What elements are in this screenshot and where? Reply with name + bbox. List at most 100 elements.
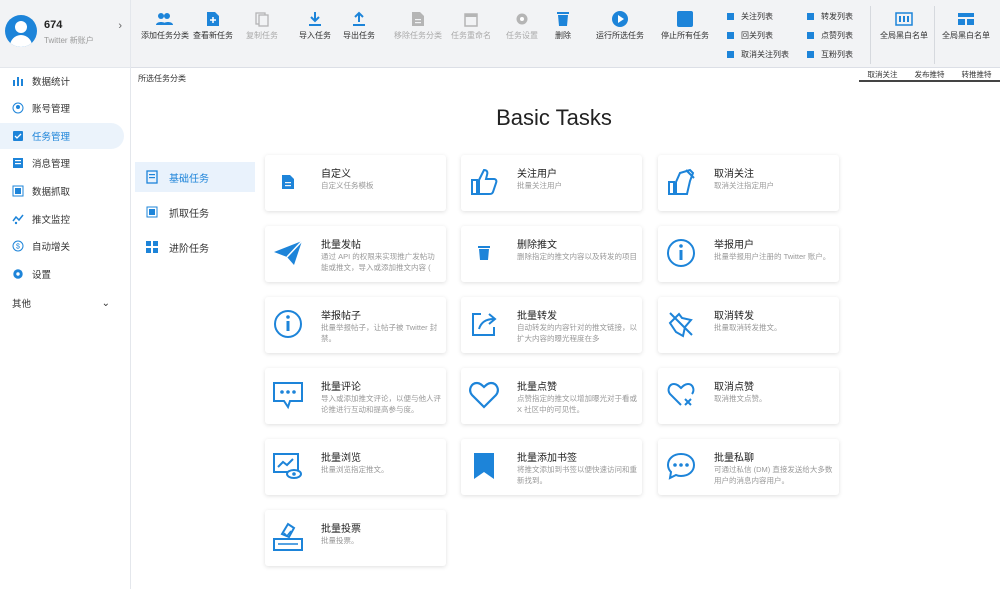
global-blacklist-button-1[interactable]: 全局黑白名单	[937, 8, 995, 58]
thumbs-up-icon	[467, 165, 501, 199]
trash-icon	[534, 8, 592, 30]
task-category-2[interactable]: 进阶任务	[135, 232, 255, 262]
checkbox-icon	[727, 32, 734, 39]
vote-icon	[271, 520, 305, 554]
sidebar-item-other[interactable]: 其他 ⌄	[0, 290, 124, 316]
task-card[interactable]: 批量浏览 批量浏览指定推文。	[265, 439, 446, 495]
checkbox-icon	[727, 13, 734, 20]
gear-icon	[12, 268, 24, 280]
task-card-title: 批量投票	[321, 524, 361, 535]
toolbar-button-upload[interactable]: 导出任务	[330, 8, 388, 58]
task-card-description: 点赞指定的推文以增加曝光对于看或 X 社区中的可见性。	[517, 394, 637, 414]
task-card-title: 批量评论	[321, 382, 361, 393]
auto-follow-icon: $	[12, 240, 24, 252]
upload-icon	[330, 8, 388, 30]
stop-icon	[656, 8, 714, 30]
task-card[interactable]: 取消关注 取消关注指定用户	[658, 155, 839, 211]
task-card[interactable]: 删除推文 删除指定的推文内容以及转发的项目	[461, 226, 642, 282]
tab-0[interactable]: 取消关注	[859, 70, 906, 82]
task-card-title: 批量点赞	[517, 382, 557, 393]
task-card-description: 自动转发的内容针对的推文链接，以扩大内容的曝光程度在多	[517, 323, 637, 343]
checkbox-label: 转发列表	[821, 12, 853, 21]
task-card[interactable]: 关注用户 批量关注用户	[461, 155, 642, 211]
sidebar-item-grab[interactable]: 数据抓取	[0, 178, 124, 204]
checkbox-label: 取消关注列表	[741, 50, 789, 59]
sidebar-item-auto-follow[interactable]: $ 自动增关	[0, 233, 124, 259]
global-blacklist-button-0[interactable]: 全局黑白名单	[875, 8, 933, 58]
toolbar-button-label: 任务重命名	[451, 31, 491, 40]
sidebar-item-label: 推文监控	[32, 215, 71, 226]
toolbar-button-play[interactable]: 运行所选任务	[591, 8, 649, 58]
task-card-title: 取消关注	[714, 169, 754, 180]
toolbar-button-calendar[interactable]: 任务重命名	[442, 8, 500, 58]
task-card-description: 通过 API 的权限来实现推广发帖功能或推文，导入或添加推文内容 (	[321, 252, 435, 272]
checkbox-0[interactable]: 关注列表	[727, 11, 773, 22]
chevron-right-icon[interactable]: ›	[118, 20, 122, 32]
grab-icon	[145, 205, 159, 219]
chat-icon	[664, 449, 698, 483]
checkbox-icon	[807, 32, 814, 39]
chevron-down-icon: ⌄	[101, 297, 110, 309]
task-card[interactable]: 取消转发 批量取消转发推文。	[658, 297, 839, 353]
checkbox-icon	[807, 13, 814, 20]
task-card-description: 将推文添加到书签以便快速访问和重新找到。	[517, 465, 637, 485]
bookmark-icon	[467, 449, 501, 483]
toolbar-button-file[interactable]: 移除任务分类	[389, 8, 447, 58]
heart-icon	[467, 378, 501, 412]
toolbar-button-label: 停止所有任务	[661, 31, 709, 40]
task-card[interactable]: 批量添加书签 将推文添加到书签以便快速访问和重新找到。	[461, 439, 642, 495]
task-category-label: 抓取任务	[169, 208, 209, 220]
sidebar-item-task-list[interactable]: 任务管理	[0, 123, 124, 149]
checkbox-1[interactable]: 回关列表	[727, 30, 773, 41]
task-card-title: 举报用户	[714, 240, 754, 251]
task-card-description: 批量举报用户注册的 Twitter 账户。	[714, 252, 831, 261]
task-card-description: 批量浏览指定推文。	[321, 465, 389, 474]
profile-panel[interactable]: 674 Twitter 新账户 ›	[0, 0, 130, 68]
svg-text:$: $	[16, 244, 20, 251]
task-card-title: 取消点赞	[714, 382, 754, 393]
checkbox-4[interactable]: 点赞列表	[807, 30, 853, 41]
checkbox-label: 互粉列表	[821, 50, 853, 59]
checkbox-3[interactable]: 转发列表	[807, 11, 853, 22]
task-card[interactable]: 批量评论 导入或添加推文评论，以便与他人评论推进行互动和提高参与度。	[265, 368, 446, 424]
tab-2[interactable]: 转推推特	[953, 70, 1000, 82]
task-category-label: 进阶任务	[169, 243, 209, 255]
sidebar: 674 Twitter 新账户 › 数据统计 账号管理任务管理消息管理数据抓取推文…	[0, 0, 131, 589]
toolbar-button-trash[interactable]: 删除	[534, 8, 592, 58]
sidebar-item-monitor[interactable]: 推文监控	[0, 206, 124, 232]
task-card[interactable]: 批量点赞 点赞指定的推文以增加曝光对于看或 X 社区中的可见性。	[461, 368, 642, 424]
sidebar-item-user-circle[interactable]: 账号管理	[0, 95, 124, 121]
task-card[interactable]: 批量私聊 可通过私信 (DM) 直接发送给大多数用户的消息内容用户。	[658, 439, 839, 495]
task-card[interactable]: 举报用户 批量举报用户注册的 Twitter 账户。	[658, 226, 839, 282]
breadcrumb: 所选任务分类	[138, 74, 186, 83]
task-card[interactable]: 自定义 自定义任务模板	[265, 155, 446, 211]
checkbox-2[interactable]: 取消关注列表	[727, 49, 789, 60]
toolbar-button-label: 复制任务	[246, 31, 278, 40]
message-icon	[12, 157, 24, 169]
task-card-description: 批量投票。	[321, 536, 359, 545]
toolbar-button-stop[interactable]: 停止所有任务	[656, 8, 714, 58]
task-card[interactable]: 批量转发 自动转发的内容针对的推文链接，以扩大内容的曝光程度在多	[461, 297, 642, 353]
layout-icon	[937, 8, 995, 30]
task-card[interactable]: 批量发帖 通过 API 的权限来实现推广发帖功能或推文，导入或添加推文内容 (	[265, 226, 446, 282]
task-category-label: 基础任务	[169, 173, 209, 185]
sidebar-item-label: 任务管理	[32, 132, 71, 143]
avatar	[5, 15, 37, 47]
toolbar-button-copy[interactable]: 复制任务	[233, 8, 291, 58]
task-category-0[interactable]: 基础任务	[135, 162, 255, 192]
toolbar-button-label: 全局黑白名单	[942, 31, 990, 40]
sidebar-item-bar-chart[interactable]: 数据统计	[0, 68, 124, 94]
task-card[interactable]: 举报帖子 批量举报帖子，让帖子被 Twitter 封禁。	[265, 297, 446, 353]
send-icon	[271, 236, 305, 270]
tab-1[interactable]: 发布推特	[906, 70, 953, 82]
sidebar-item-gear[interactable]: 设置	[0, 261, 124, 287]
view-icon	[271, 449, 305, 483]
task-card[interactable]: 取消点赞 取消推文点赞。	[658, 368, 839, 424]
sidebar-item-label: 消息管理	[32, 159, 71, 170]
info-icon	[664, 236, 698, 270]
task-card-title: 批量发帖	[321, 240, 361, 251]
checkbox-5[interactable]: 互粉列表	[807, 49, 853, 60]
task-card[interactable]: 批量投票 批量投票。	[265, 510, 446, 566]
task-category-1[interactable]: 抓取任务	[135, 197, 255, 227]
sidebar-item-message[interactable]: 消息管理	[0, 150, 124, 176]
